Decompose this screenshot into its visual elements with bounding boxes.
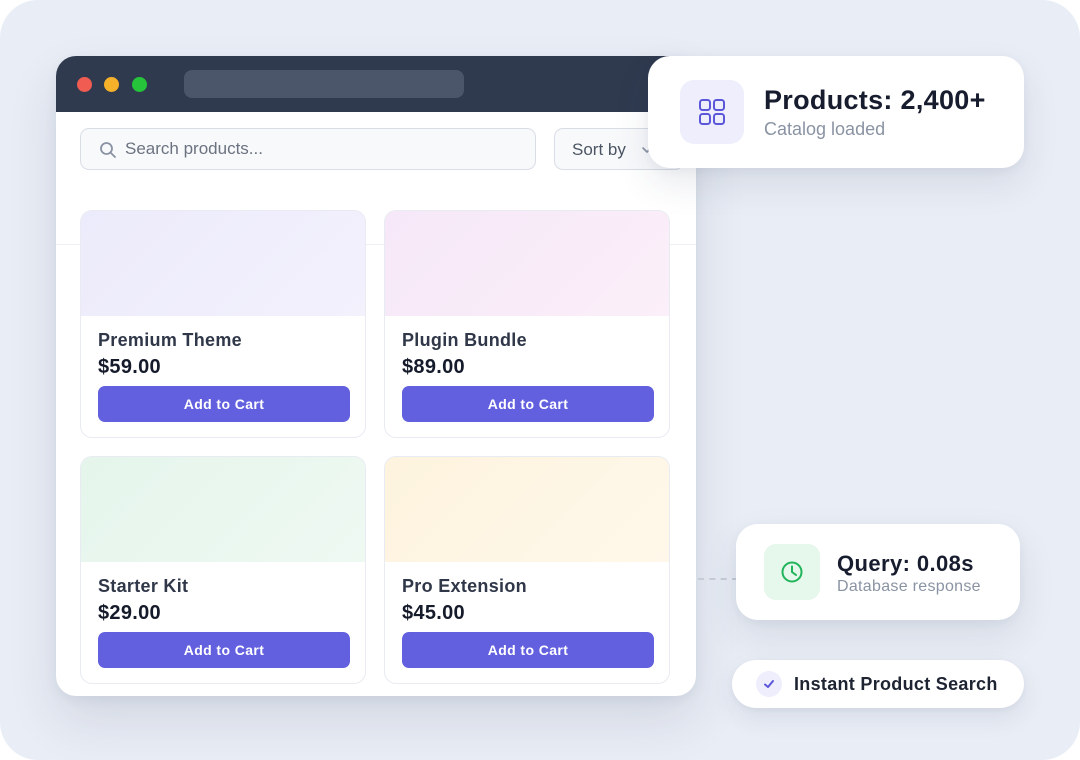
page-background: Sort by Premium Theme $59.00 Add to Cart… <box>0 0 1080 760</box>
product-card: Starter Kit $29.00 Add to Cart <box>80 456 366 684</box>
grid-icon <box>699 99 725 125</box>
query-time-subtitle: Database response <box>837 578 981 595</box>
minimize-window-dot[interactable] <box>104 77 119 92</box>
search-box[interactable] <box>80 128 536 170</box>
product-card: Pro Extension $45.00 Add to Cart <box>384 456 670 684</box>
product-price: $29.00 <box>98 602 161 624</box>
product-thumbnail <box>81 211 365 316</box>
product-name: Pro Extension <box>402 576 527 596</box>
check-icon-container <box>756 671 782 697</box>
product-card: Premium Theme $59.00 Add to Cart <box>80 210 366 438</box>
clock-icon <box>781 561 803 583</box>
product-thumbnail <box>385 211 669 316</box>
query-stat-card: Query: 0.08s Database response <box>736 524 1020 620</box>
product-thumbnail <box>81 457 365 562</box>
feature-pill: Instant Product Search <box>732 660 1024 708</box>
close-window-dot[interactable] <box>77 77 92 92</box>
product-name: Premium Theme <box>98 330 242 350</box>
products-count-subtitle: Catalog loaded <box>764 119 886 139</box>
maximize-window-dot[interactable] <box>132 77 147 92</box>
product-card: Plugin Bundle $89.00 Add to Cart <box>384 210 670 438</box>
product-price: $45.00 <box>402 602 465 624</box>
add-to-cart-button[interactable]: Add to Cart <box>98 632 350 668</box>
query-time-headline: Query: 0.08s <box>837 551 974 576</box>
clock-icon-container <box>764 544 820 600</box>
add-to-cart-button[interactable]: Add to Cart <box>98 386 350 422</box>
check-icon <box>764 680 774 688</box>
address-bar[interactable] <box>184 70 464 98</box>
product-name: Starter Kit <box>98 576 189 596</box>
products-stat-card: Products: 2,400+ Catalog loaded <box>648 56 1024 168</box>
add-to-cart-button[interactable]: Add to Cart <box>402 632 654 668</box>
search-icon <box>100 142 116 158</box>
product-price: $59.00 <box>98 356 161 378</box>
add-to-cart-button[interactable]: Add to Cart <box>402 386 654 422</box>
grid-icon-container <box>680 80 744 144</box>
products-count-headline: Products: 2,400+ <box>764 85 986 115</box>
feature-pill-label: Instant Product Search <box>794 674 998 694</box>
product-thumbnail <box>385 457 669 562</box>
product-name: Plugin Bundle <box>402 330 527 350</box>
sort-label: Sort by <box>572 140 626 159</box>
browser-window: Sort by Premium Theme $59.00 Add to Cart… <box>56 56 696 696</box>
search-input[interactable] <box>125 129 525 169</box>
dashed-connector <box>698 578 738 580</box>
window-titlebar <box>56 56 696 112</box>
product-price: $89.00 <box>402 356 465 378</box>
